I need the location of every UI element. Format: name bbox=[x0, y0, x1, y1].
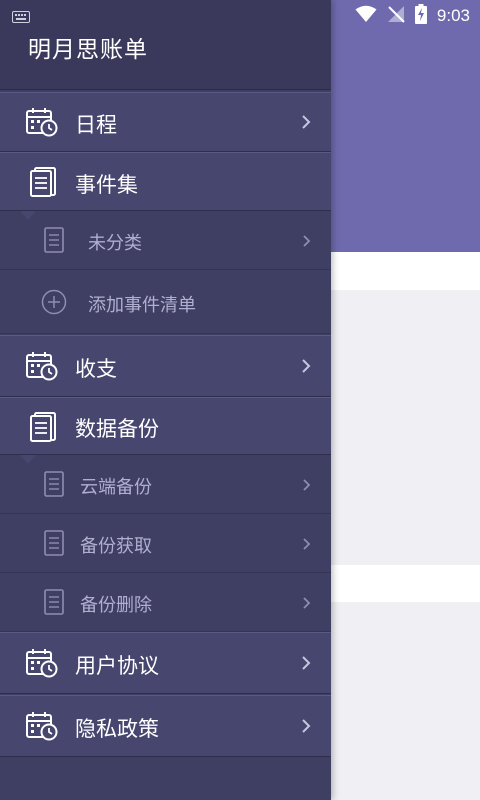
add-event-list-button[interactable]: 添加事件清单 bbox=[0, 270, 331, 334]
menu-label-privacy-policy: 隐私政策 bbox=[75, 717, 159, 741]
document-icon bbox=[44, 589, 64, 619]
add-event-list-label: 添加事件清单 bbox=[88, 295, 196, 316]
submenu-label-backup-delete: 备份删除 bbox=[80, 595, 152, 616]
calendar-clock-icon bbox=[26, 711, 58, 745]
submenu-item-cloud-backup[interactable]: 云端备份 bbox=[0, 455, 331, 514]
document-icon bbox=[44, 471, 64, 501]
chevron-right-icon bbox=[301, 358, 311, 378]
chevron-right-icon bbox=[302, 477, 311, 496]
expand-indicator bbox=[20, 455, 36, 464]
submenu-label-backup-fetch: 备份获取 bbox=[80, 536, 152, 557]
wifi-icon bbox=[355, 5, 377, 27]
menu-label-schedule: 日程 bbox=[75, 113, 117, 137]
chevron-right-icon bbox=[301, 114, 311, 134]
menu-item-user-agreement[interactable]: 用户协议 bbox=[0, 632, 331, 694]
menu-item-privacy-policy[interactable]: 隐私政策 bbox=[0, 695, 331, 757]
document-icon bbox=[44, 227, 64, 257]
menu-label-events: 事件集 bbox=[75, 173, 138, 197]
app-title: 明月思账单 bbox=[28, 37, 148, 63]
submenu-item-uncategorized[interactable]: 未分类 bbox=[0, 211, 331, 270]
document-icon bbox=[44, 530, 64, 560]
status-icons: 9:03 bbox=[355, 4, 470, 28]
chevron-right-icon bbox=[301, 718, 311, 738]
keyboard-icon bbox=[12, 8, 30, 27]
chevron-right-icon bbox=[302, 536, 311, 555]
submenu-label-uncategorized: 未分类 bbox=[88, 233, 142, 254]
menu-item-income-expense[interactable]: 收支 bbox=[0, 335, 331, 397]
notebook-icon bbox=[30, 412, 56, 446]
menu-label-income-expense: 收支 bbox=[75, 357, 117, 381]
add-circle-icon bbox=[41, 289, 67, 319]
submenu-item-backup-fetch[interactable]: 备份获取 bbox=[0, 514, 331, 573]
submenu-item-backup-delete[interactable]: 备份删除 bbox=[0, 573, 331, 632]
expand-indicator bbox=[20, 211, 36, 220]
calendar-clock-icon bbox=[26, 107, 58, 141]
menu-group-data-backup[interactable]: 数据备份 bbox=[0, 397, 331, 455]
chevron-right-icon bbox=[301, 655, 311, 675]
calendar-clock-icon bbox=[26, 351, 58, 385]
clock: 9:03 bbox=[436, 6, 470, 25]
chevron-right-icon bbox=[302, 233, 311, 252]
notebook-icon bbox=[30, 167, 56, 201]
menu-label-data-backup: 数据备份 bbox=[75, 417, 159, 441]
submenu-label-cloud-backup: 云端备份 bbox=[80, 477, 152, 498]
menu-group-events[interactable]: 事件集 bbox=[0, 152, 331, 211]
status-bar: 9:03 bbox=[0, 0, 480, 32]
no-signal-icon bbox=[387, 5, 405, 27]
menu-item-schedule[interactable]: 日程 bbox=[0, 92, 331, 152]
calendar-clock-icon bbox=[26, 648, 58, 682]
chevron-right-icon bbox=[302, 595, 311, 614]
battery-charging-icon bbox=[414, 4, 427, 28]
menu-label-user-agreement: 用户协议 bbox=[75, 654, 159, 678]
navigation-drawer: 明月思账单 日程 事件集 未分类 添加事件清单 收支 数据备份 云端备份 备份获… bbox=[0, 0, 331, 800]
